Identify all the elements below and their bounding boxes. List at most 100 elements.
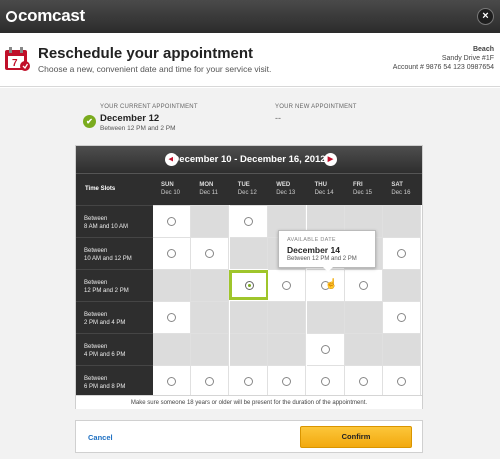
calendar-icon: 7 [5,47,30,71]
time-slot-label: Between 2 PM and 4 PM [76,301,153,333]
available-slot-cell[interactable] [383,301,422,333]
unavailable-slot-cell [268,301,307,333]
unavailable-slot-cell [268,333,307,365]
day-header-thu: THU Dec 14 [315,181,353,197]
day-header-tue: TUE Dec 12 [238,181,276,197]
day-name: TUE [237,182,250,188]
close-button[interactable]: × [477,8,494,25]
account-number: Account # 9876 54 123 0987654 [392,64,494,71]
selected-slot-cell[interactable] [228,270,269,300]
time-slot-label-line1: Between [84,312,108,318]
time-slot-label-line1: Between [84,376,108,382]
unavailable-slot-cell [229,333,268,365]
available-slot-cell[interactable] [229,205,268,237]
slot-radio[interactable] [243,377,253,386]
slot-radio[interactable] [167,313,176,322]
comcast-logo: comcast [6,6,85,26]
time-slot-label-line1: Between [84,344,108,350]
action-footer: Cancel Confirm [75,420,423,453]
slot-radio[interactable] [282,377,292,386]
top-bar: comcast × [0,0,500,33]
tooltip-label: AVAILABLE DATE [287,237,336,243]
slot-radio[interactable] [359,377,368,386]
selected-slot-radio[interactable] [244,281,254,290]
time-slot-label: Between 6 PM and 8 PM [76,365,153,397]
available-slot-cell[interactable] [229,365,268,397]
slot-radio[interactable] [167,249,176,258]
slot-radio[interactable] [320,345,330,354]
available-slot-cell[interactable] [383,237,422,269]
day-name: FRI [353,182,363,188]
available-slot-cell[interactable] [383,365,422,397]
new-appointment-value: -- [275,113,281,123]
time-slot-label-line1: Between [84,280,108,286]
available-slot-cell[interactable] [191,365,230,397]
unavailable-slot-cell [191,301,230,333]
available-slot-cell[interactable] [191,237,230,269]
account-address: Sandy Drive #1F [441,55,494,62]
unavailable-slot-cell [306,301,345,333]
slot-radio[interactable] [397,377,407,386]
unavailable-slot-cell [191,205,230,237]
time-slot-label-line2: 6 PM and 8 PM [84,384,126,390]
available-slot-cell[interactable] [345,365,383,397]
available-slot-cell[interactable] [345,269,383,301]
slot-radio[interactable] [397,249,407,258]
time-slots-column-title: Time Slots [85,186,116,192]
slot-radio[interactable] [167,377,176,386]
slot-radio[interactable] [205,249,215,258]
available-slot-cell[interactable] [268,269,307,301]
page-header: 7 Reschedule your appointment Choose a n… [0,33,500,87]
cancel-link[interactable]: Cancel [88,433,113,442]
unavailable-slot-cell [153,333,191,365]
account-name: Beach [472,46,494,53]
unavailable-slot-cell [345,333,383,365]
tooltip-arrow [323,267,333,272]
tooltip-time: Between 12 PM and 2 PM [287,256,357,262]
unavailable-slot-cell [383,205,422,237]
current-appointment-date: December 12 [100,113,160,124]
unavailable-slot-cell [229,237,268,269]
time-slot-label-line2: 10 AM and 12 PM [84,256,132,262]
time-slot-label-line1: Between [84,248,108,254]
available-slot-cell[interactable] [306,365,345,397]
slot-radio[interactable] [282,281,292,290]
time-slot-label: Between 12 PM and 2 PM [76,269,153,301]
slot-radio[interactable] [205,377,215,386]
confirm-button[interactable]: Confirm [300,426,412,448]
unavailable-slot-cell [229,301,268,333]
page-title: Reschedule your appointment [38,45,254,62]
appointment-calendar: ◀ December 10 - December 16, 2012 ▶ Time… [75,145,423,409]
slot-radio[interactable] [167,217,176,226]
available-slot-cell[interactable] [268,365,307,397]
day-date: Dec 10 [161,190,181,196]
day-name: SAT [391,182,403,188]
day-header-fri: FRI Dec 15 [353,181,391,197]
next-week-button[interactable]: ▶ [324,153,337,166]
day-date: Dec 16 [391,190,411,196]
day-date: Dec 11 [199,190,218,196]
available-slot-cell[interactable] [153,301,191,333]
current-appointment-label: YOUR CURRENT APPOINTMENT [100,104,198,110]
slot-radio[interactable] [320,377,330,386]
day-header-sun: SUN Dec 10 [161,181,199,197]
available-slot-cell[interactable] [153,205,191,237]
slot-radio[interactable] [243,217,253,226]
slot-radio[interactable] [397,313,407,322]
day-header-wed: WED Dec 13 [276,181,314,197]
available-slot-cell[interactable] [153,365,191,397]
available-slot-cell[interactable] [153,237,191,269]
time-slot-label: Between 10 AM and 12 PM [76,237,153,269]
hand-cursor-icon: ☝ [325,279,338,290]
unavailable-slot-cell [383,269,422,301]
current-appointment-time: Between 12 PM and 2 PM [100,125,176,132]
day-name: THU [314,182,327,188]
day-date: Dec 12 [237,190,257,196]
time-slot-label-line2: 4 PM and 6 PM [84,352,126,358]
time-slot-label-line2: 8 AM and 10 AM [84,224,129,230]
check-icon: ✔ [83,115,96,128]
slot-radio[interactable] [359,281,368,290]
available-slot-cell[interactable] [306,333,345,365]
day-name: WED [276,182,291,188]
available-date-tooltip: AVAILABLE DATE December 14 Between 12 PM… [278,230,376,268]
